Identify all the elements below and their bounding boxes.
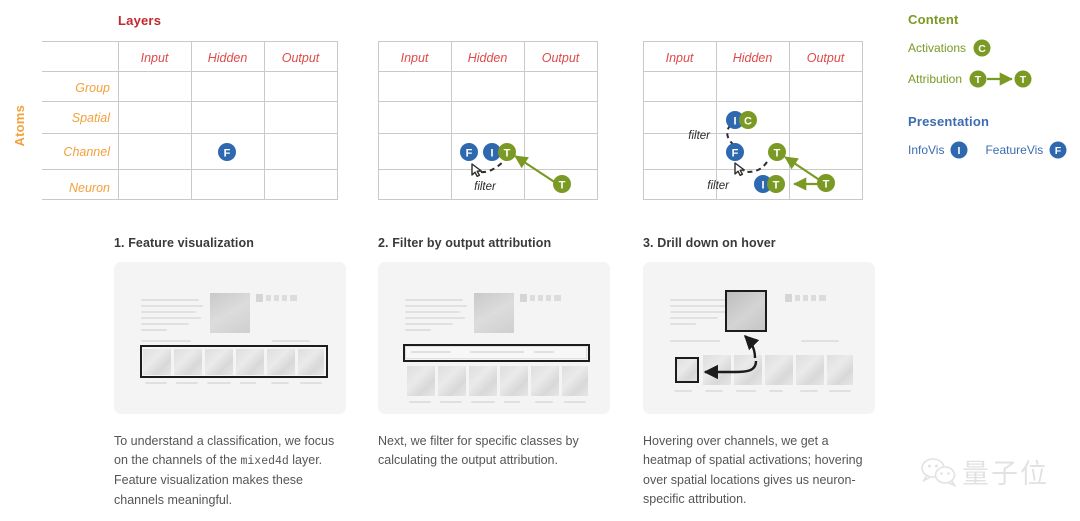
filter-label-upper: filter — [688, 130, 711, 142]
badge-attribution-hidden: T — [498, 143, 516, 161]
svg-text:T: T — [1020, 74, 1027, 86]
wechat-logo-icon — [921, 457, 957, 487]
attribution-arrow-upper — [784, 156, 822, 182]
watermark-text: 量子位 — [962, 459, 1049, 490]
badge-activations-spatial: C — [739, 111, 757, 129]
legend-item-attribution: Attribution T T — [908, 68, 1073, 90]
svg-text:C: C — [744, 116, 752, 128]
filter-label-lower: filter — [707, 180, 730, 192]
matrix-diagram-1: Layers Atoms Input Hidden Output Group S… — [0, 0, 350, 210]
panel-filter-by-output-attribution: 2. Filter by output attribution Next, we… — [378, 236, 610, 471]
matrix-diagram-2: Input Hidden Output F I T T filter — [378, 0, 608, 210]
panel-title: 3. Drill down on hover — [643, 236, 776, 250]
legend-label-featurevis: FeatureVis — [985, 143, 1044, 157]
svg-text:T: T — [774, 148, 781, 160]
legend-item-activations: Activations C — [908, 38, 1073, 58]
cursor-icon — [471, 163, 482, 178]
attribution-arrow — [514, 155, 557, 184]
legend-label-infovis: InfoVis — [908, 143, 945, 157]
infovis-badge-icon: I — [950, 141, 968, 159]
panel-caption: Next, we filter for specific classes by … — [378, 432, 610, 471]
svg-text:T: T — [504, 148, 511, 160]
watermark: 量子位 — [918, 452, 1049, 491]
featurevis-badge-icon: F — [1049, 141, 1067, 159]
svg-text:F: F — [1055, 145, 1062, 157]
filter-label: filter — [474, 181, 497, 193]
hover-arrows — [703, 334, 760, 380]
svg-text:F: F — [466, 148, 473, 160]
svg-text:T: T — [823, 179, 830, 191]
svg-text:I: I — [761, 180, 764, 192]
highlight-box-channels — [140, 345, 328, 378]
svg-text:C: C — [978, 43, 986, 55]
legend-row-presentation: InfoVis I FeatureVis F — [908, 140, 1073, 160]
legend-heading-presentation: Presentation — [908, 114, 990, 129]
panel-title: 1. Feature visualization — [114, 236, 254, 250]
panel-feature-visualization: 1. Feature visualization To understand a… — [114, 236, 346, 510]
legend-label-attribution: Attribution — [908, 72, 963, 86]
filter-dashed-line-lower — [742, 161, 768, 173]
panel-caption: To understand a classification, we focus… — [114, 432, 346, 510]
matrix-3-annotations: filter filter I C F T I T T — [688, 111, 835, 193]
panel-drill-down-on-hover: 3. Drill down on hover Hovering over cha… — [643, 236, 875, 510]
panel-thumbnail[interactable] — [378, 262, 610, 414]
badge-attribution-neuron: T — [767, 175, 785, 193]
panel-caption: Hovering over channels, we get a heatmap… — [643, 432, 875, 510]
svg-text:I: I — [958, 145, 961, 157]
panel-thumbnail[interactable] — [114, 262, 346, 414]
matrix-diagram-3: Input Hidden Output filter filter I C F … — [643, 0, 873, 210]
legend-panel: Content Activations C Attribution T T Pr… — [908, 12, 1073, 160]
badge-featurevis: F — [460, 143, 478, 161]
badge-attribution-output: T — [553, 175, 571, 193]
panel-title: 2. Filter by output attribution — [378, 236, 552, 250]
caption-part-a: Next, we filter for specific classes by … — [378, 434, 579, 468]
badge-attribution-channel: T — [768, 143, 786, 161]
badge-featurevis-channel: F — [726, 143, 744, 161]
svg-text:T: T — [559, 180, 566, 192]
legend-label-activations: Activations — [908, 41, 967, 55]
highlight-box-filter-bar — [403, 344, 590, 362]
cursor-icon-lower — [734, 162, 745, 177]
badge-featurevis-channel-hidden: F — [218, 143, 236, 161]
svg-text:I: I — [490, 148, 493, 160]
svg-text:F: F — [224, 148, 231, 160]
activations-badge-icon: C — [973, 39, 991, 57]
caption-code-mixed4d: mixed4d — [240, 455, 289, 469]
matrix-1-badges: F — [218, 143, 236, 161]
caption-part-a: Hovering over channels, we get a heatmap… — [643, 434, 863, 507]
legend-heading-content: Content — [908, 12, 959, 27]
svg-text:F: F — [732, 148, 739, 160]
svg-text:T: T — [773, 180, 780, 192]
svg-text:T: T — [975, 74, 982, 86]
filter-dashed-line — [480, 159, 506, 174]
matrix-2-annotations: F I T T filter — [460, 143, 571, 193]
badge-attribution-output: T — [817, 174, 835, 192]
panel-thumbnail[interactable] — [643, 262, 875, 414]
attribution-badge-arrow-icon: T T — [969, 70, 1032, 88]
svg-text:I: I — [733, 116, 736, 128]
